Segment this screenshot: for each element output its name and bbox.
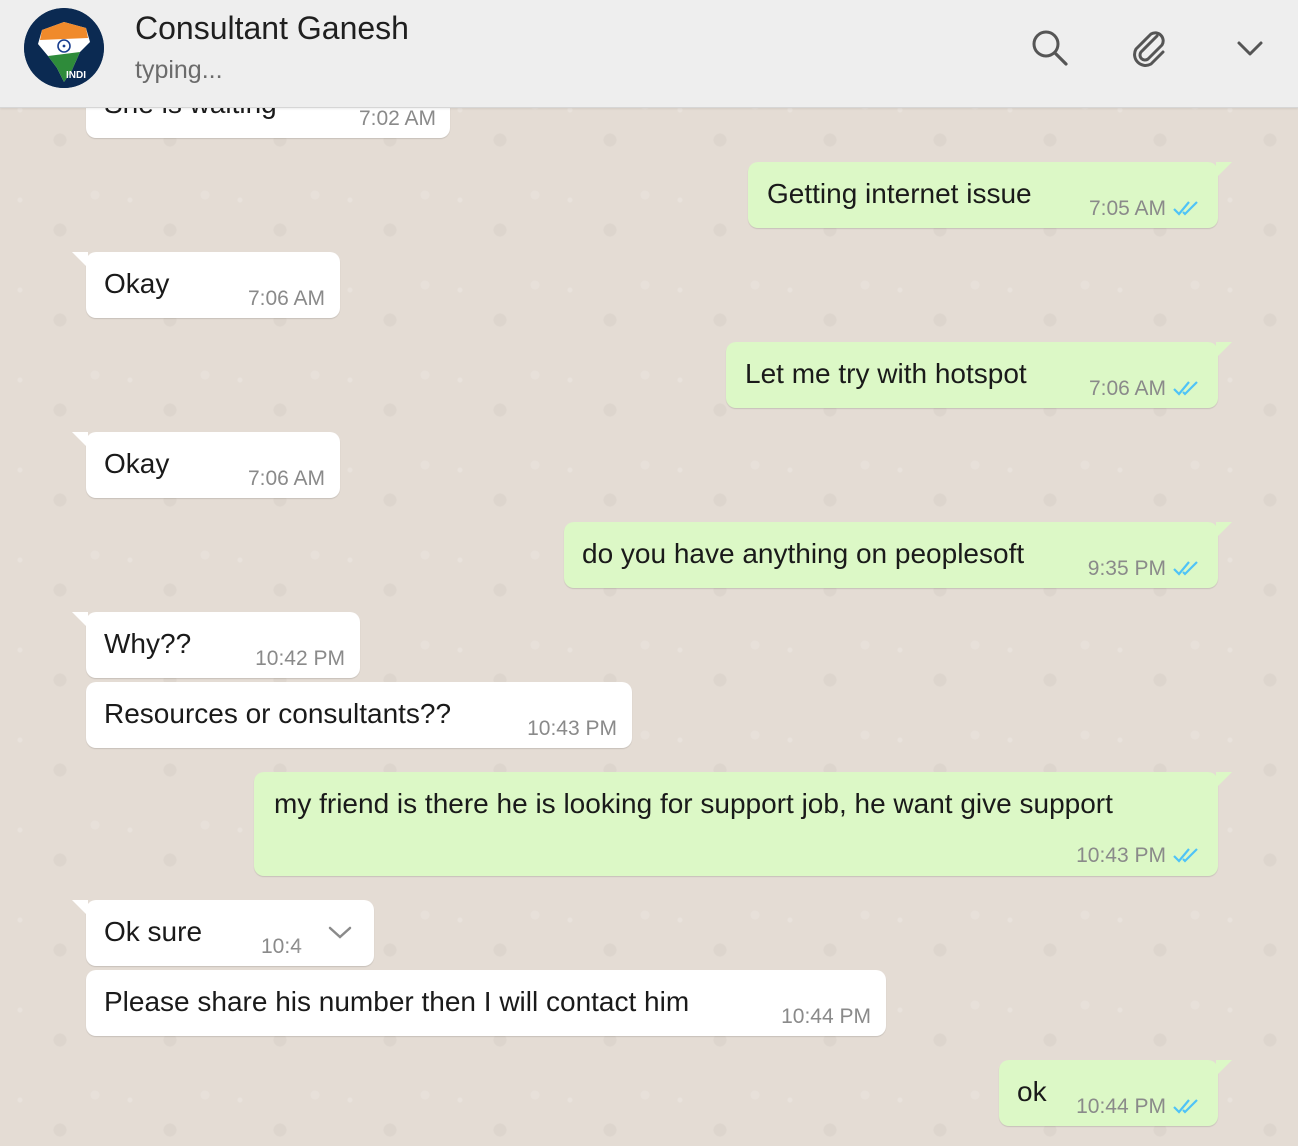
message-text: ok <box>1017 1076 1047 1107</box>
message-text: Let me try with hotspot <box>745 358 1027 389</box>
message-time: 7:02 AM <box>358 107 436 130</box>
paperclip-icon[interactable] <box>1127 26 1171 70</box>
bubble-tail <box>1216 1060 1232 1076</box>
double-check-icon <box>1173 848 1198 863</box>
message-time: 10:42 PM <box>255 647 345 670</box>
message-text: my friend is there he is looking for sup… <box>274 788 1113 819</box>
message-outgoing[interactable]: ok 10:44 PM <box>999 1060 1232 1126</box>
message-time: 9:35 PM <box>1087 557 1166 580</box>
message-text: Okay <box>104 448 170 479</box>
message-time: 7:06 AM <box>1088 377 1166 400</box>
india-map-icon: INDI <box>24 8 104 88</box>
message-time: 7:06 AM <box>247 467 325 490</box>
message-text: Why?? <box>104 628 192 659</box>
message-text: Ok sure <box>104 916 203 947</box>
avatar-text: INDI <box>66 70 86 81</box>
chat-header: INDI Consultant Ganesh typing... <box>0 0 1298 108</box>
message-text: Please share his number then I will cont… <box>104 986 690 1017</box>
message-time: 7:06 AM <box>247 287 325 310</box>
double-check-icon <box>1173 561 1198 576</box>
message-text: do you have anything on peoplesoft <box>582 538 1025 569</box>
message-time: 7:05 AM <box>1088 197 1166 220</box>
message-time: 10:44 PM <box>1076 1095 1166 1118</box>
message-outgoing[interactable]: Getting internet issue 7:05 AM <box>748 162 1232 228</box>
avatar[interactable]: INDI <box>24 8 104 88</box>
bubble-tail <box>72 612 88 628</box>
message-text: Okay <box>104 268 170 299</box>
message-time: 10:43 PM <box>1076 844 1166 867</box>
message-text: Resources or consultants?? <box>104 698 452 729</box>
bubble-tail <box>72 252 88 268</box>
message-outgoing[interactable]: do you have anything on peoplesoft 9:35 … <box>564 522 1232 588</box>
message-outgoing[interactable]: Let me try with hotspot 7:06 AM <box>726 342 1232 408</box>
bubble-tail <box>1216 342 1232 358</box>
contact-name[interactable]: Consultant Ganesh <box>135 10 409 47</box>
contact-status: typing... <box>135 56 223 84</box>
double-check-icon <box>1173 381 1198 396</box>
message-text: Getting internet issue <box>767 178 1032 209</box>
message-incoming[interactable]: Okay 7:06 AM <box>72 432 340 498</box>
message-incoming[interactable]: Why?? 10:42 PM <box>72 612 360 678</box>
message-time: 10:43 PM <box>527 717 617 740</box>
message-menu-chevron-icon[interactable] <box>326 922 354 942</box>
double-check-icon <box>1173 201 1198 216</box>
message-incoming[interactable]: Ok sure 10:4 <box>72 900 374 966</box>
chevron-down-icon[interactable] <box>1228 26 1272 70</box>
search-icon[interactable] <box>1028 26 1072 70</box>
message-incoming[interactable]: Please share his number then I will cont… <box>86 970 886 1036</box>
bubble-tail <box>1216 522 1232 538</box>
bubble-tail <box>1216 772 1232 788</box>
bubble-tail <box>72 900 88 916</box>
message-time: 10:44 PM <box>781 1005 871 1028</box>
message-incoming[interactable]: Resources or consultants?? 10:43 PM <box>86 682 632 748</box>
double-check-icon <box>1173 1099 1198 1114</box>
bubble-tail <box>72 432 88 448</box>
message-incoming[interactable]: Okay 7:06 AM <box>72 252 340 318</box>
message-outgoing[interactable]: my friend is there he is looking for sup… <box>254 772 1232 876</box>
bubble-tail <box>1216 162 1232 178</box>
